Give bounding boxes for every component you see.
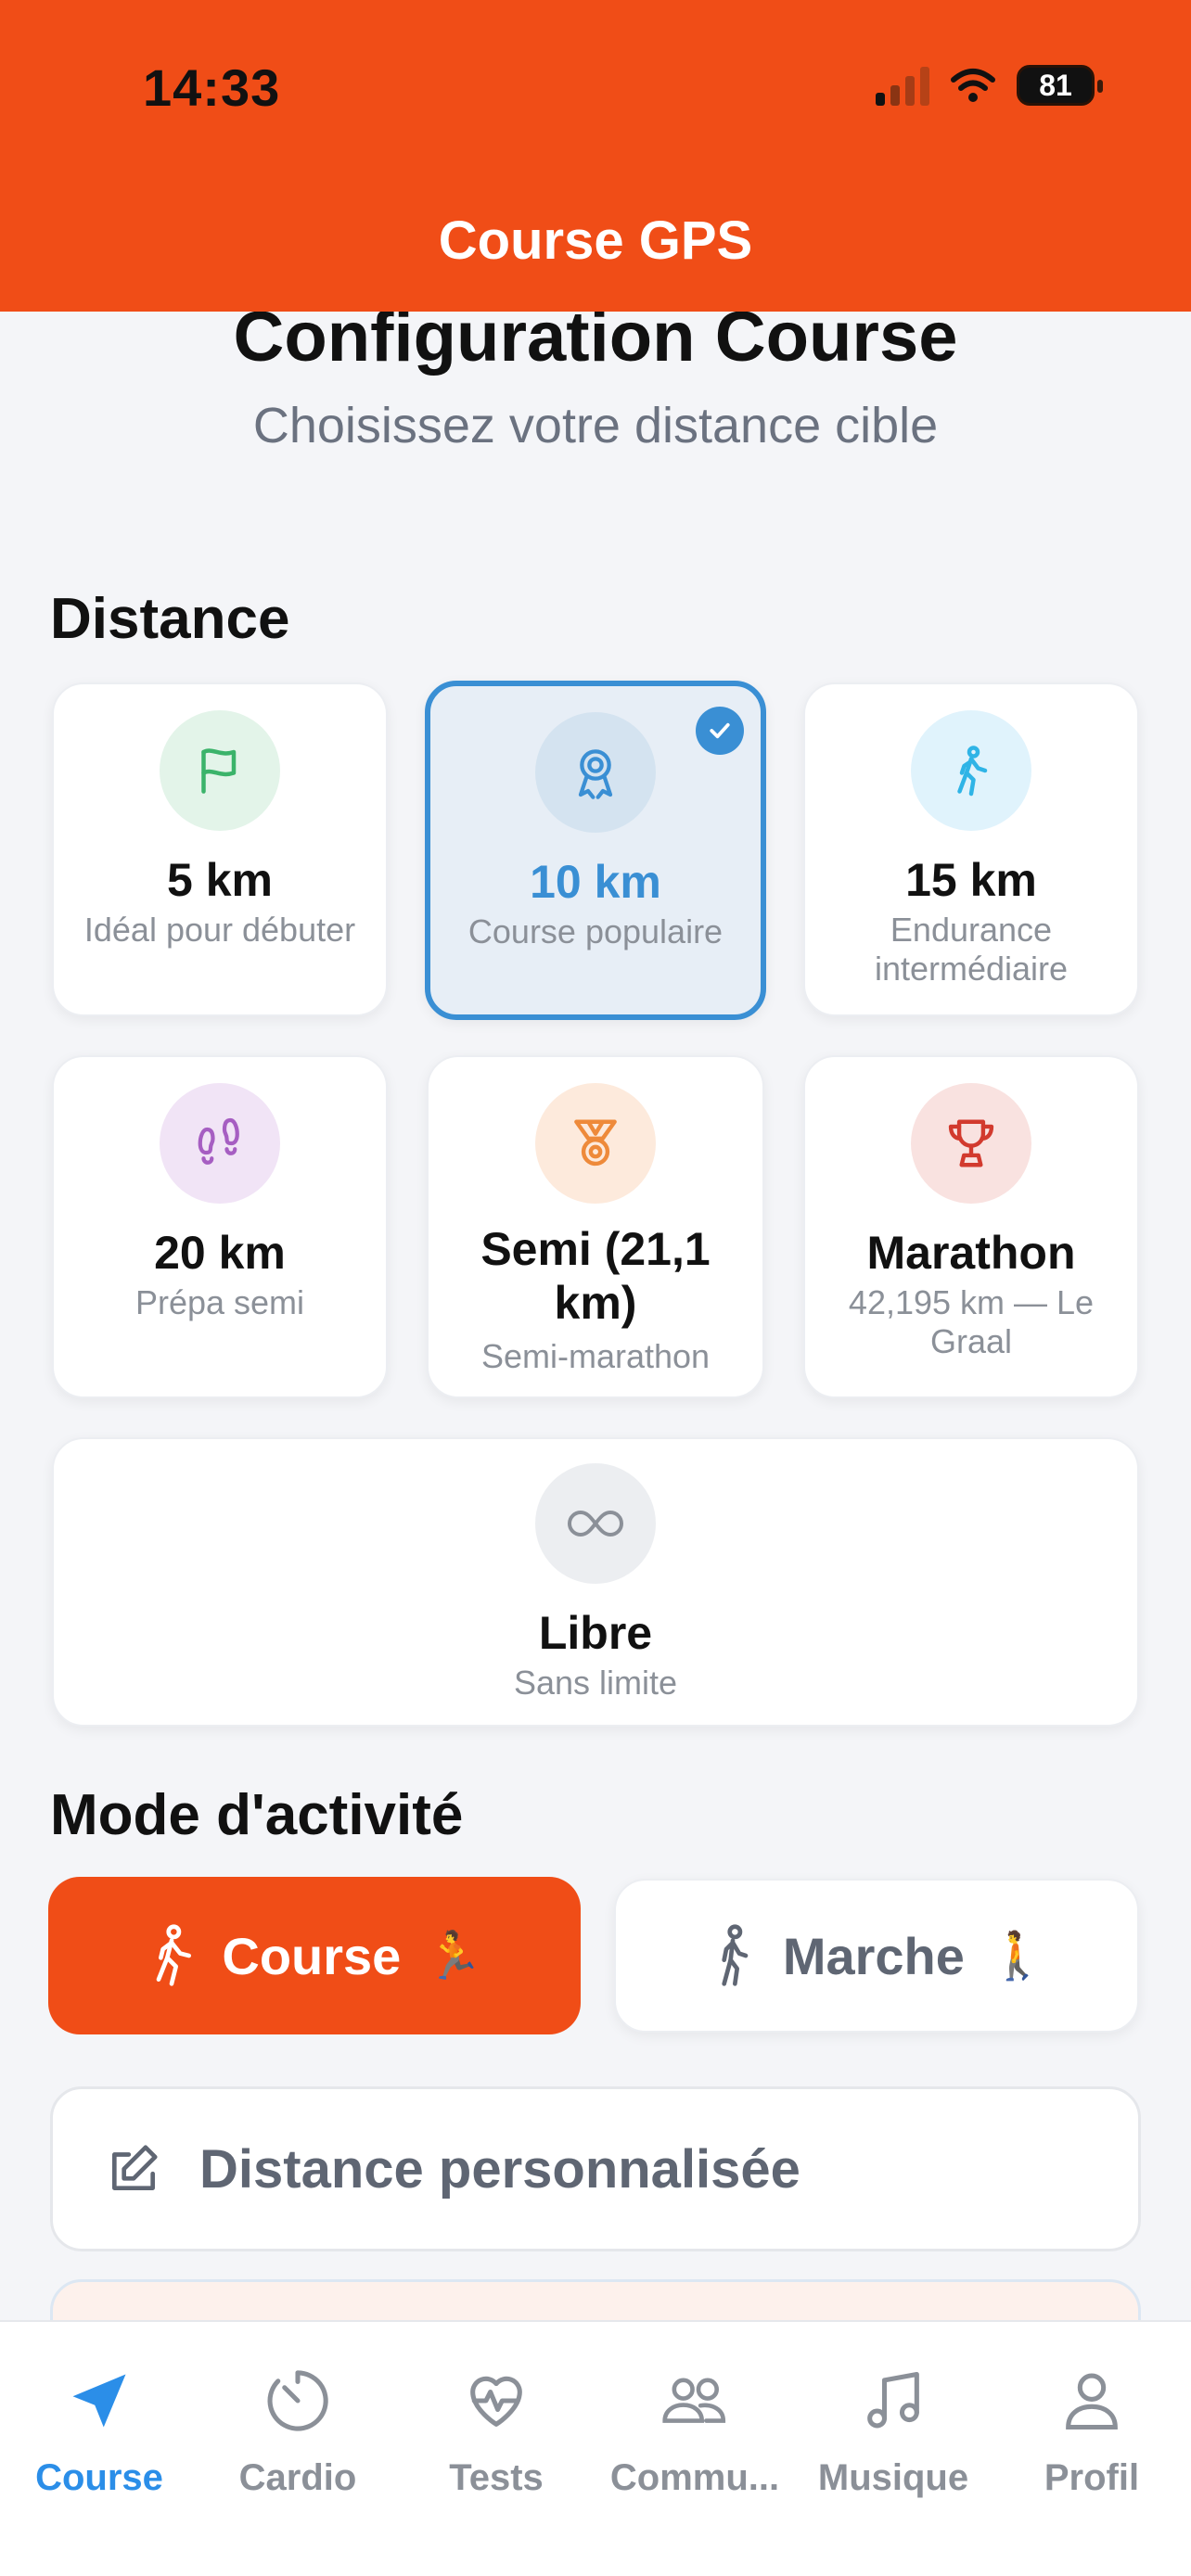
distance-card-5km[interactable]: 5 km Idéal pour débuter — [52, 682, 388, 1016]
wifi-icon — [951, 69, 995, 102]
battery-level: 81 — [1039, 68, 1072, 102]
flag-icon — [160, 710, 280, 831]
mode-walk-button[interactable]: Marche 🚶 — [614, 1879, 1139, 2033]
distance-card-marathon[interactable]: Marathon 42,195 km — Le Graal — [803, 1055, 1139, 1398]
distance-desc: Sans limite — [513, 1664, 678, 1702]
distance-title: 10 km — [530, 856, 661, 908]
mode-walk-label: Marche — [782, 1926, 965, 1985]
distance-section-title: Distance — [50, 587, 290, 651]
distance-card-semi[interactable]: Semi (21,1 km) Semi-marathon — [427, 1055, 764, 1398]
distance-desc: 42,195 km — Le Graal — [848, 1283, 1095, 1360]
runner-emoji: 🏃 — [425, 1928, 483, 1983]
profile-icon — [1066, 2373, 1118, 2430]
mode-run-button[interactable]: Course 🏃 — [48, 1877, 581, 2034]
walker-icon — [722, 1924, 749, 1986]
page-subtitle: Choisissez votre distance cible — [252, 398, 939, 453]
custom-distance-label: Distance personnalisée — [199, 2138, 800, 2200]
edit-icon — [112, 2145, 158, 2190]
walker-icon — [911, 710, 1031, 831]
tab-community[interactable]: Commu... — [596, 2359, 794, 2499]
mode-section-title: Mode d'activité — [50, 1783, 464, 1847]
tab-music[interactable]: Musique — [794, 2359, 992, 2499]
tab-label: Commu... — [609, 2457, 780, 2498]
status-time: 14:33 — [143, 58, 281, 117]
distance-title: 5 km — [167, 854, 273, 906]
community-icon — [662, 2378, 726, 2423]
distance-desc: Idéal pour débuter — [83, 911, 356, 949]
tab-label: Course — [35, 2457, 163, 2498]
status-icons: 81 — [876, 65, 1103, 106]
medal-icon — [535, 712, 656, 833]
cellular-signal-icon — [876, 65, 929, 106]
battery-indicator: 81 — [1017, 65, 1103, 106]
tab-course[interactable]: Course — [0, 2359, 198, 2499]
check-icon — [696, 707, 744, 755]
distance-title: Libre — [538, 1607, 653, 1659]
mode-run-label: Course — [222, 1926, 402, 1985]
distance-card-libre[interactable]: Libre Sans limite — [52, 1437, 1139, 1727]
footprints-icon — [160, 1083, 280, 1204]
distance-desc: Endurance intermédiaire — [874, 911, 1069, 988]
timer-icon — [267, 2370, 328, 2431]
tab-label: Musique — [817, 2457, 969, 2498]
trophy-icon — [911, 1083, 1031, 1204]
distance-title: Marathon — [866, 1227, 1076, 1279]
distance-title: 15 km — [905, 854, 1037, 906]
tab-bar: Course Cardio Tests Commu... Musique Pro… — [0, 2320, 1191, 2576]
tab-profile[interactable]: Profil — [992, 2359, 1191, 2499]
tab-label: Cardio — [238, 2457, 357, 2498]
nav-title: Course GPS — [438, 210, 753, 271]
distance-card-20km[interactable]: 20 km Prépa semi — [52, 1055, 388, 1398]
tab-cardio[interactable]: Cardio — [198, 2359, 397, 2499]
music-note-icon — [867, 2371, 919, 2429]
infinity-icon — [535, 1463, 656, 1584]
runner-icon — [157, 1924, 192, 1986]
distance-title: 20 km — [154, 1227, 286, 1279]
distance-card-15km[interactable]: 15 km Endurance intermédiaire — [803, 682, 1139, 1016]
top-bar: 14:33 81 Course GPS — [0, 0, 1191, 312]
tab-tests[interactable]: Tests — [397, 2359, 596, 2499]
tab-label: Profil — [1044, 2457, 1140, 2498]
distance-desc: Course populaire — [467, 912, 724, 950]
distance-card-10km[interactable]: 10 km Course populaire — [425, 681, 766, 1020]
distance-title: Semi (21,1 km) — [480, 1223, 711, 1329]
distance-desc: Prépa semi — [134, 1283, 305, 1321]
distance-desc: Semi-marathon — [480, 1337, 711, 1375]
navigation-arrow-icon — [72, 2374, 126, 2428]
custom-distance-button[interactable]: Distance personnalisée — [50, 2086, 1141, 2251]
tab-label: Tests — [449, 2457, 544, 2498]
walker-emoji: 🚶 — [988, 1928, 1047, 1983]
medal-ribbon-icon — [535, 1083, 656, 1204]
heart-pulse-icon — [470, 2376, 522, 2427]
